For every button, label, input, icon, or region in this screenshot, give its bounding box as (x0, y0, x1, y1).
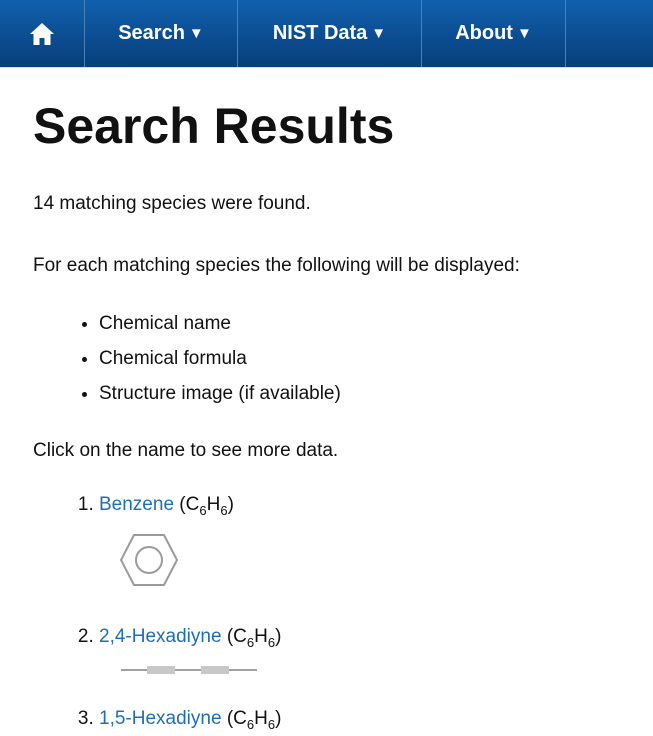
species-link-benzene[interactable]: Benzene (99, 494, 174, 515)
list-item: Chemical name (99, 306, 620, 341)
chemical-formula: (C6H6) (179, 494, 234, 518)
result-item: 1,5-Hexadiyne (C6H6) (99, 707, 620, 736)
benzene-ring-icon (119, 533, 179, 586)
main-content: Search Results 14 matching species were … (0, 96, 653, 736)
click-instruction-text: Click on the name to see more data. (33, 440, 339, 461)
house-icon (30, 22, 54, 45)
nav-nist-data-menu[interactable]: NIST Data ▼ (238, 0, 422, 67)
nav-about-menu[interactable]: About ▼ (422, 0, 566, 67)
species-link-2-4-hexadiyne[interactable]: 2,4-Hexadiyne (99, 626, 222, 647)
chemical-formula: (C6H6) (226, 625, 282, 650)
list-item: Chemical formula (99, 341, 620, 376)
chevron-down-icon: ▼ (516, 25, 532, 42)
match-count-text: 14 matching species were found. (33, 193, 311, 214)
linear-chain-icon (121, 665, 257, 674)
result-item: 2,4-Hexadiyne (C6H6) (99, 625, 620, 681)
display-fields-list: Chemical name Chemical formula Structure… (33, 306, 620, 411)
chevron-down-icon: ▼ (371, 25, 387, 42)
page-title: Search Results (33, 98, 395, 154)
nav-search-menu[interactable]: Search ▼ (85, 0, 238, 67)
top-navigation-bar: Search ▼ NIST Data ▼ About ▼ (0, 0, 653, 68)
display-info-text: For each matching species the following … (33, 255, 520, 276)
list-item: Structure image (if available) (99, 376, 620, 411)
nav-search-label: Search (118, 22, 185, 44)
nav-about-label: About (455, 22, 513, 44)
species-link-1-5-hexadiyne[interactable]: 1,5-Hexadiyne (99, 708, 222, 729)
chemical-formula: (C6H6) (226, 707, 282, 732)
results-list: Benzene (C6H6) 2,4-Hexadiyne (C6H6) 1,5-… (33, 493, 620, 736)
result-item: Benzene (C6H6) (99, 493, 620, 589)
nav-nist-data-label: NIST Data (272, 22, 368, 44)
chevron-down-icon: ▼ (188, 25, 204, 42)
nav-home[interactable] (0, 0, 85, 67)
